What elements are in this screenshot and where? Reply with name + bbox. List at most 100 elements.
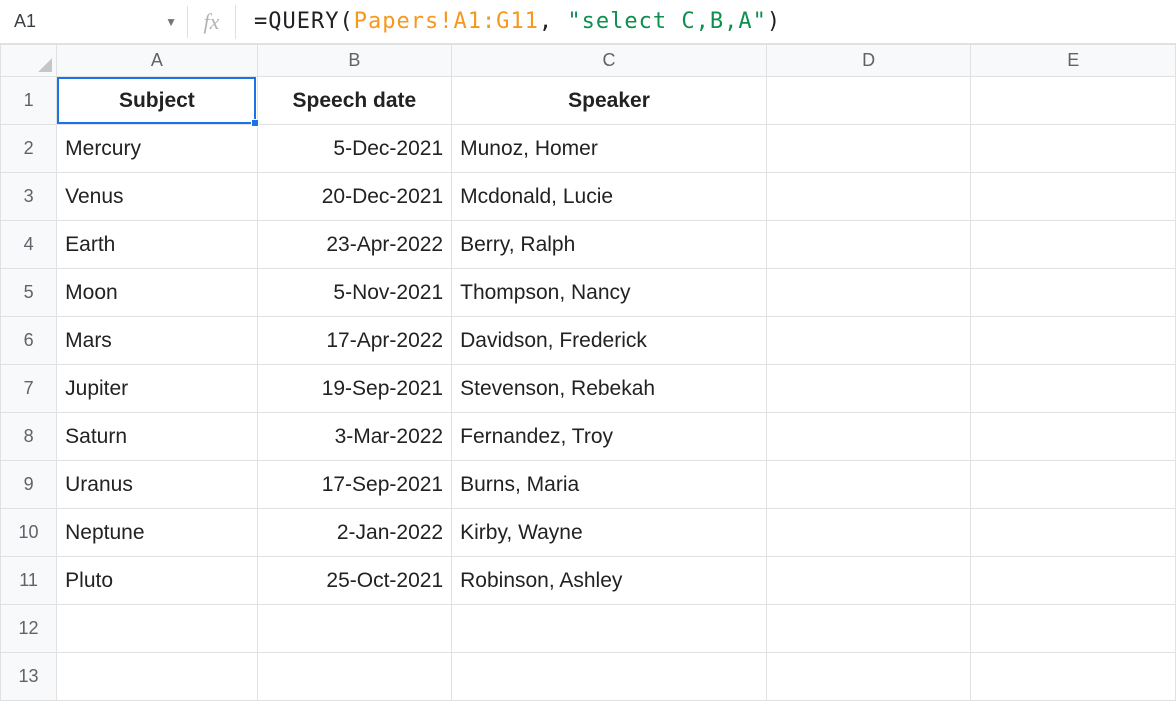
cell-A8[interactable]: Saturn bbox=[57, 413, 258, 461]
cell-A11[interactable]: Pluto bbox=[57, 557, 258, 605]
cell-D2[interactable] bbox=[766, 125, 971, 173]
formula-open-paren: ( bbox=[339, 9, 353, 34]
col-header-B[interactable]: B bbox=[257, 45, 451, 77]
cell-E4[interactable] bbox=[971, 221, 1176, 269]
cell-C11[interactable]: Robinson, Ashley bbox=[452, 557, 767, 605]
col-header-A[interactable]: A bbox=[57, 45, 258, 77]
table-row: 13 bbox=[1, 653, 1176, 701]
cell-B6[interactable]: 17-Apr-2022 bbox=[257, 317, 451, 365]
table-row: 9 Uranus 17-Sep-2021 Burns, Maria bbox=[1, 461, 1176, 509]
table-row: 2 Mercury 5-Dec-2021 Munoz, Homer bbox=[1, 125, 1176, 173]
cell-A12[interactable] bbox=[57, 605, 258, 653]
cell-E10[interactable] bbox=[971, 509, 1176, 557]
cell-E1[interactable] bbox=[971, 77, 1176, 125]
formula-function: QUERY bbox=[268, 9, 339, 34]
cell-D4[interactable] bbox=[766, 221, 971, 269]
cell-B5[interactable]: 5-Nov-2021 bbox=[257, 269, 451, 317]
table-row: 8 Saturn 3-Mar-2022 Fernandez, Troy bbox=[1, 413, 1176, 461]
cell-D7[interactable] bbox=[766, 365, 971, 413]
table-row: 12 bbox=[1, 605, 1176, 653]
cell-B7[interactable]: 19-Sep-2021 bbox=[257, 365, 451, 413]
cell-E7[interactable] bbox=[971, 365, 1176, 413]
cell-E8[interactable] bbox=[971, 413, 1176, 461]
row-header[interactable]: 11 bbox=[1, 557, 57, 605]
cell-B10[interactable]: 2-Jan-2022 bbox=[257, 509, 451, 557]
cell-B12[interactable] bbox=[257, 605, 451, 653]
cell-B8[interactable]: 3-Mar-2022 bbox=[257, 413, 451, 461]
cell-A2[interactable]: Mercury bbox=[57, 125, 258, 173]
cell-C8[interactable]: Fernandez, Troy bbox=[452, 413, 767, 461]
row-header[interactable]: 10 bbox=[1, 509, 57, 557]
cell-D8[interactable] bbox=[766, 413, 971, 461]
cell-C12[interactable] bbox=[452, 605, 767, 653]
cell-D5[interactable] bbox=[766, 269, 971, 317]
table-row: 3 Venus 20-Dec-2021 Mcdonald, Lucie bbox=[1, 173, 1176, 221]
cell-E2[interactable] bbox=[971, 125, 1176, 173]
col-header-E[interactable]: E bbox=[971, 45, 1176, 77]
cell-A9[interactable]: Uranus bbox=[57, 461, 258, 509]
chevron-down-icon[interactable]: ▼ bbox=[165, 15, 177, 29]
row-header[interactable]: 9 bbox=[1, 461, 57, 509]
cell-C1[interactable]: Speaker bbox=[452, 77, 767, 125]
cell-B9[interactable]: 17-Sep-2021 bbox=[257, 461, 451, 509]
cell-A10[interactable]: Neptune bbox=[57, 509, 258, 557]
cell-E3[interactable] bbox=[971, 173, 1176, 221]
cell-D10[interactable] bbox=[766, 509, 971, 557]
row-header[interactable]: 8 bbox=[1, 413, 57, 461]
cell-E6[interactable] bbox=[971, 317, 1176, 365]
formula-input[interactable]: =QUERY(Papers!A1:G11, "select C,B,A") bbox=[236, 9, 1168, 34]
row-header[interactable]: 5 bbox=[1, 269, 57, 317]
table-row: 4 Earth 23-Apr-2022 Berry, Ralph bbox=[1, 221, 1176, 269]
cell-A7[interactable]: Jupiter bbox=[57, 365, 258, 413]
row-header[interactable]: 12 bbox=[1, 605, 57, 653]
cell-D3[interactable] bbox=[766, 173, 971, 221]
cell-B4[interactable]: 23-Apr-2022 bbox=[257, 221, 451, 269]
cell-D6[interactable] bbox=[766, 317, 971, 365]
cell-A3[interactable]: Venus bbox=[57, 173, 258, 221]
fx-icon[interactable]: fx bbox=[188, 5, 236, 39]
table-row: 11 Pluto 25-Oct-2021 Robinson, Ashley bbox=[1, 557, 1176, 605]
cell-A13[interactable] bbox=[57, 653, 258, 701]
cell-D12[interactable] bbox=[766, 605, 971, 653]
row-header[interactable]: 6 bbox=[1, 317, 57, 365]
spreadsheet-grid[interactable]: A B C D E 1 Subject Speech date Speaker … bbox=[0, 44, 1176, 701]
cell-C4[interactable]: Berry, Ralph bbox=[452, 221, 767, 269]
row-header[interactable]: 7 bbox=[1, 365, 57, 413]
cell-E5[interactable] bbox=[971, 269, 1176, 317]
cell-C3[interactable]: Mcdonald, Lucie bbox=[452, 173, 767, 221]
cell-D9[interactable] bbox=[766, 461, 971, 509]
cell-C10[interactable]: Kirby, Wayne bbox=[452, 509, 767, 557]
cell-B13[interactable] bbox=[257, 653, 451, 701]
cell-B3[interactable]: 20-Dec-2021 bbox=[257, 173, 451, 221]
cell-E13[interactable] bbox=[971, 653, 1176, 701]
row-header[interactable]: 1 bbox=[1, 77, 57, 125]
formula-equals: = bbox=[254, 9, 268, 34]
row-header[interactable]: 13 bbox=[1, 653, 57, 701]
cell-D13[interactable] bbox=[766, 653, 971, 701]
cell-D1[interactable] bbox=[766, 77, 971, 125]
cell-E11[interactable] bbox=[971, 557, 1176, 605]
cell-C2[interactable]: Munoz, Homer bbox=[452, 125, 767, 173]
cell-B1[interactable]: Speech date bbox=[257, 77, 451, 125]
cell-A1[interactable]: Subject bbox=[57, 77, 258, 125]
cell-B11[interactable]: 25-Oct-2021 bbox=[257, 557, 451, 605]
row-header[interactable]: 4 bbox=[1, 221, 57, 269]
name-box[interactable]: A1 ▼ bbox=[8, 6, 188, 38]
cell-D11[interactable] bbox=[766, 557, 971, 605]
cell-E9[interactable] bbox=[971, 461, 1176, 509]
cell-C5[interactable]: Thompson, Nancy bbox=[452, 269, 767, 317]
cell-B2[interactable]: 5-Dec-2021 bbox=[257, 125, 451, 173]
cell-E12[interactable] bbox=[971, 605, 1176, 653]
select-all-corner[interactable] bbox=[1, 45, 57, 77]
cell-A5[interactable]: Moon bbox=[57, 269, 258, 317]
cell-A6[interactable]: Mars bbox=[57, 317, 258, 365]
col-header-D[interactable]: D bbox=[766, 45, 971, 77]
row-header[interactable]: 2 bbox=[1, 125, 57, 173]
cell-C7[interactable]: Stevenson, Rebekah bbox=[452, 365, 767, 413]
cell-C6[interactable]: Davidson, Frederick bbox=[452, 317, 767, 365]
cell-A4[interactable]: Earth bbox=[57, 221, 258, 269]
cell-C13[interactable] bbox=[452, 653, 767, 701]
col-header-C[interactable]: C bbox=[452, 45, 767, 77]
row-header[interactable]: 3 bbox=[1, 173, 57, 221]
cell-C9[interactable]: Burns, Maria bbox=[452, 461, 767, 509]
